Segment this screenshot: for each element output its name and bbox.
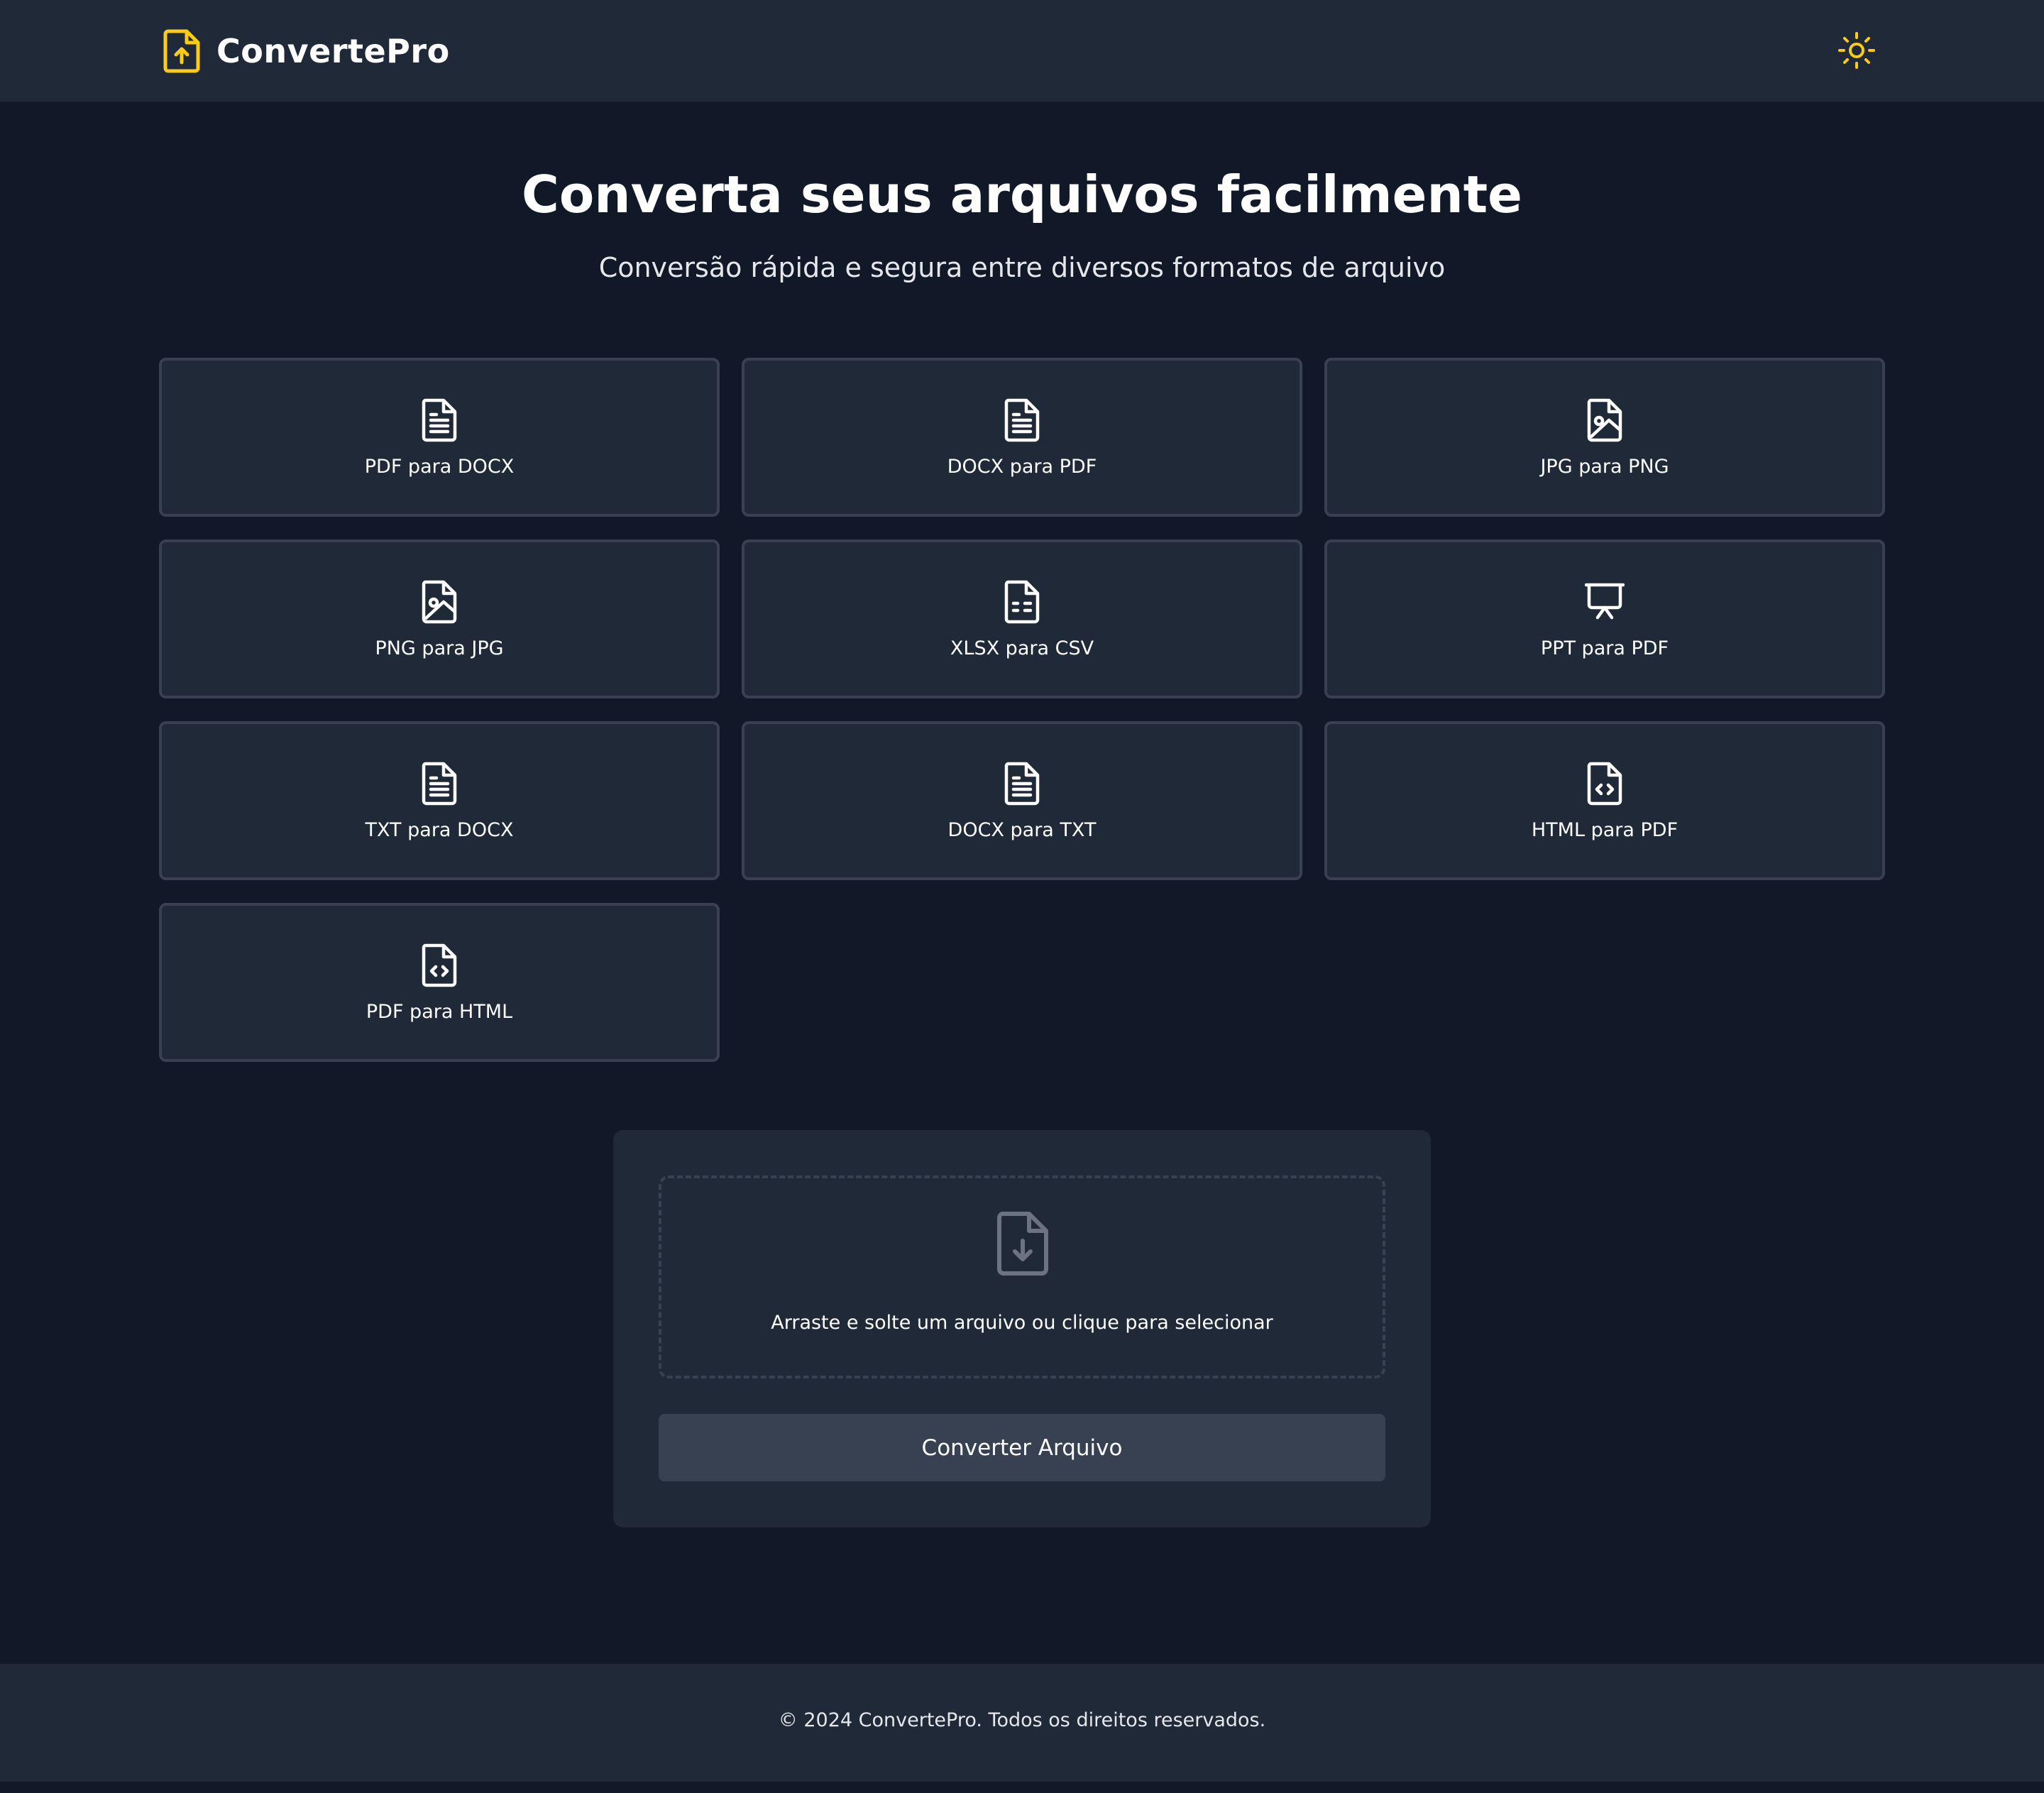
footer: © 2024 ConvertePro. Todos os direitos re… bbox=[0, 1664, 2044, 1782]
converter-label: HTML para PDF bbox=[1531, 818, 1678, 841]
converter-card-pdf-to-html[interactable]: PDF para HTML bbox=[159, 903, 720, 1062]
converter-card-pdf-to-docx[interactable]: PDF para DOCX bbox=[159, 358, 720, 517]
file-spreadsheet-icon bbox=[1004, 580, 1040, 623]
file-dropzone[interactable]: Arraste e solte um arquivo ou clique par… bbox=[659, 1175, 1385, 1378]
brand-logo[interactable]: ConvertePro bbox=[163, 28, 450, 74]
convert-file-button[interactable]: Converter Arquivo bbox=[659, 1414, 1385, 1481]
file-text-icon bbox=[422, 398, 457, 442]
file-download-icon bbox=[997, 1212, 1048, 1276]
page-subtitle: Conversão rápida e segura entre diversos… bbox=[598, 252, 1446, 283]
file-text-icon bbox=[1004, 398, 1040, 442]
file-image-icon bbox=[422, 580, 457, 623]
converter-card-docx-to-pdf[interactable]: DOCX para PDF bbox=[742, 358, 1302, 517]
converter-card-jpg-to-png[interactable]: JPG para PNG bbox=[1324, 358, 1885, 517]
theme-toggle-button[interactable] bbox=[1837, 31, 1876, 70]
converter-card-txt-to-docx[interactable]: TXT para DOCX bbox=[159, 721, 720, 880]
upload-panel: Arraste e solte um arquivo ou clique par… bbox=[613, 1130, 1431, 1528]
converter-label: JPG para PNG bbox=[1540, 455, 1669, 478]
converter-label: PDF para HTML bbox=[366, 1000, 513, 1023]
page-bottom-edge bbox=[0, 1782, 2044, 1793]
file-code-icon bbox=[422, 943, 457, 987]
file-code-icon bbox=[1587, 762, 1622, 805]
converter-card-xlsx-to-csv[interactable]: XLSX para CSV bbox=[742, 539, 1302, 698]
sun-icon bbox=[1838, 32, 1875, 69]
converter-card-html-to-pdf[interactable]: HTML para PDF bbox=[1324, 721, 1885, 880]
page-title: Converta seus arquivos facilmente bbox=[522, 165, 1522, 224]
converter-label: PDF para DOCX bbox=[364, 455, 515, 478]
converter-label: XLSX para CSV bbox=[950, 637, 1094, 659]
file-text-icon bbox=[422, 762, 457, 805]
dropzone-text: Arraste e solte um arquivo ou clique par… bbox=[771, 1312, 1273, 1334]
converter-card-png-to-jpg[interactable]: PNG para JPG bbox=[159, 539, 720, 698]
converter-label: PNG para JPG bbox=[375, 637, 504, 659]
converter-card-ppt-to-pdf[interactable]: PPT para PDF bbox=[1324, 539, 1885, 698]
file-image-icon bbox=[1587, 398, 1622, 442]
footer-copyright: © 2024 ConvertePro. Todos os direitos re… bbox=[778, 1709, 1266, 1731]
converter-card-docx-to-txt[interactable]: DOCX para TXT bbox=[742, 721, 1302, 880]
converter-label: DOCX para TXT bbox=[947, 818, 1097, 841]
file-upload-icon bbox=[163, 29, 200, 73]
converter-label: DOCX para PDF bbox=[947, 455, 1097, 478]
top-navbar: ConvertePro bbox=[0, 0, 2044, 102]
converter-grid: PDF para DOCX DOCX para PDF JPG para PNG… bbox=[159, 358, 1885, 1062]
converter-label: TXT para DOCX bbox=[365, 818, 514, 841]
brand-name: ConvertePro bbox=[216, 32, 450, 70]
converter-label: PPT para PDF bbox=[1540, 637, 1669, 659]
file-text-icon bbox=[1004, 762, 1040, 805]
presentation-icon bbox=[1585, 583, 1625, 619]
